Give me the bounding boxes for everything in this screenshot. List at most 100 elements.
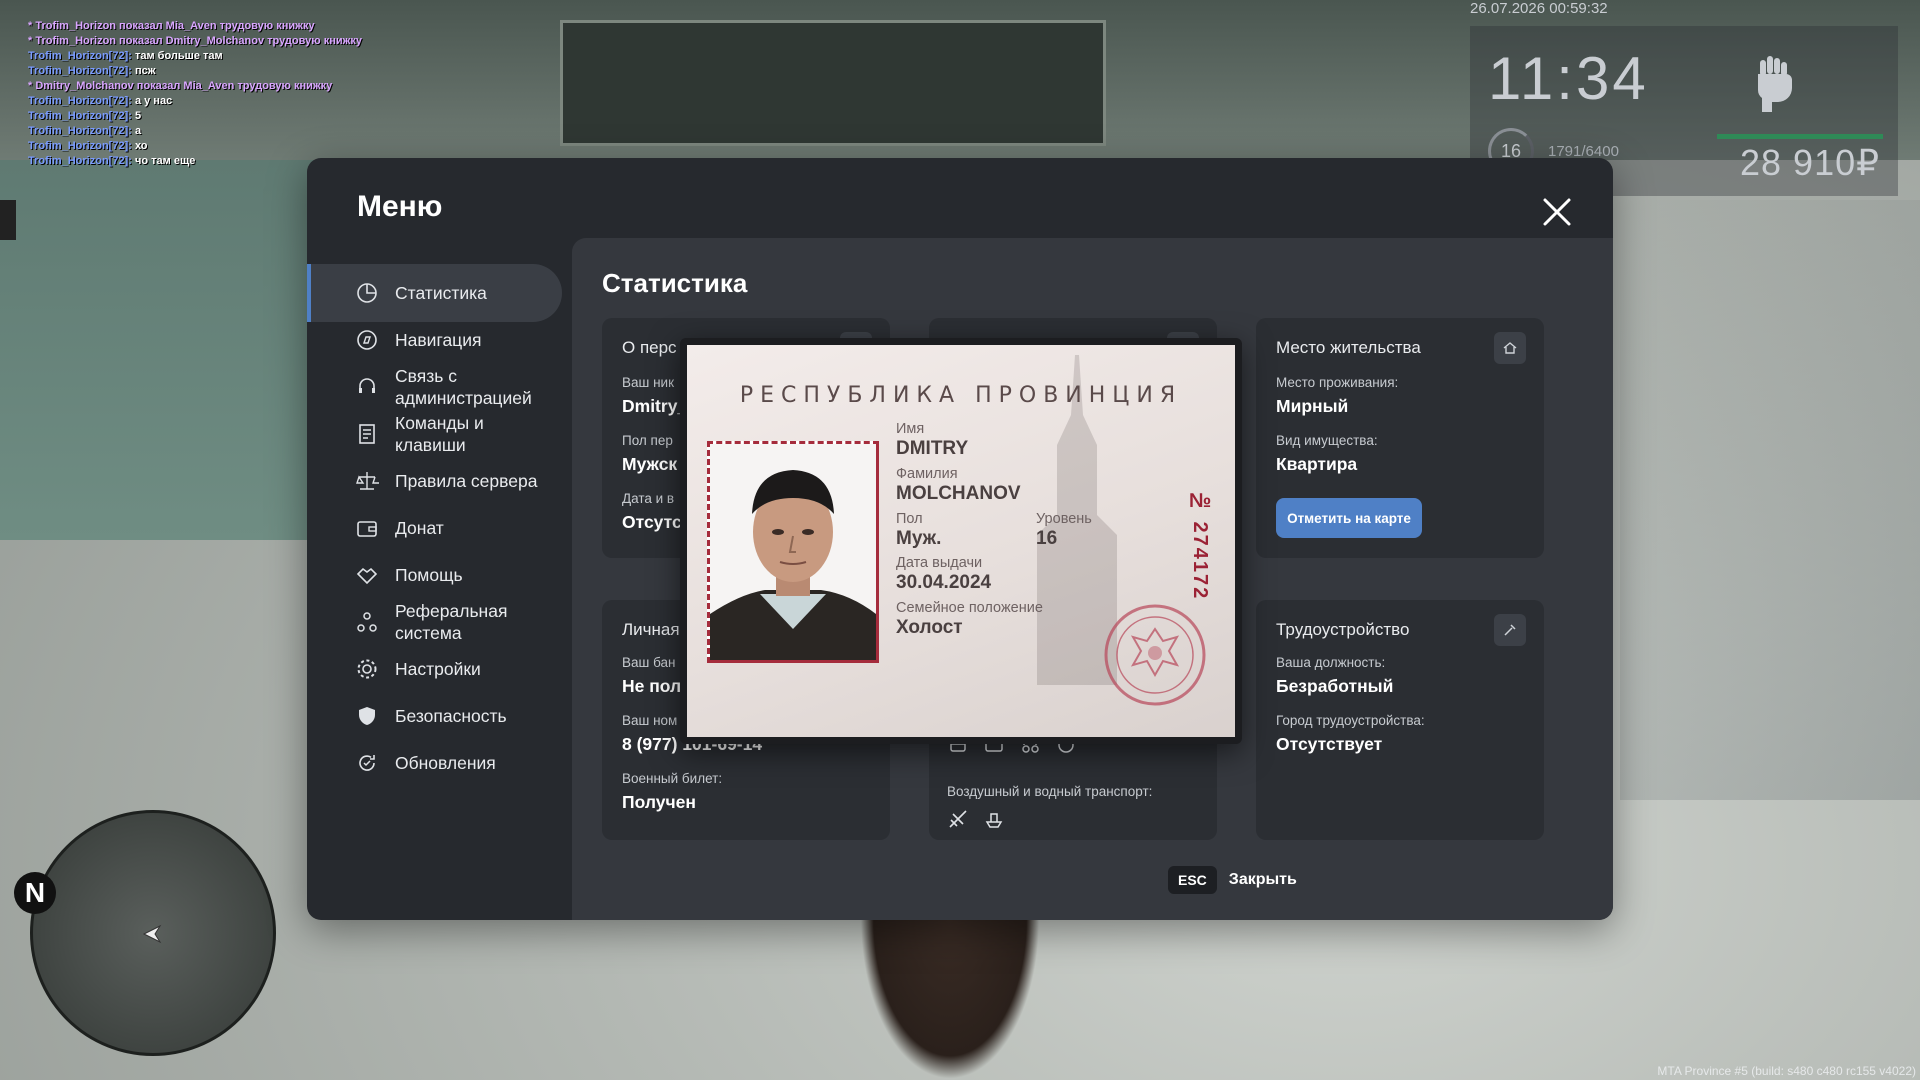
chat-nick: Trofim_Horizon[72]: [28, 125, 132, 137]
nick-label: Ваш ник [622, 375, 674, 390]
home-icon [1494, 332, 1526, 364]
nick-value: Dmitry_ [622, 396, 688, 416]
refresh-icon [359, 755, 375, 771]
chat-nick: Trofim_Horizon[72]: [28, 65, 132, 77]
position-value: Безработный [1276, 676, 1394, 696]
chat-line: * Trofim_Horizon показал Mia_Aven трудов… [28, 20, 315, 32]
chat-line: * Trofim_Horizon показал Dmitry_Molchano… [28, 35, 363, 47]
headset-icon [359, 378, 375, 393]
menu-title: Меню [357, 190, 443, 223]
shield-icon [359, 707, 375, 725]
card-title: Место жительства [1276, 338, 1421, 357]
property-value: Квартира [1276, 454, 1358, 474]
world-window [560, 20, 1106, 146]
chat-nick: Trofim_Horizon[72]: [28, 95, 132, 107]
hud-datetime: 26.07.2026 00:59:32 [1470, 0, 1608, 17]
card-title: О перс [622, 338, 677, 357]
military-value: Получен [622, 792, 696, 812]
job-city-label: Город трудоустройства: [1276, 713, 1425, 728]
chat-message: а у нас [131, 95, 173, 107]
close-label[interactable]: Закрыть [1229, 871, 1297, 889]
stats-icon [357, 283, 377, 303]
referral-icon [357, 612, 377, 632]
gender-value: Муж. [896, 528, 942, 549]
chat-message: псж [131, 65, 156, 77]
card-employment: Трудоустройство Ваша должность: Безработ… [1256, 600, 1544, 840]
card-title: Личная [622, 620, 680, 639]
sidebar-item-label: Статистика [395, 283, 487, 303]
surname-value: MOLCHANOV [896, 483, 1021, 504]
hammer-icon [1494, 614, 1526, 646]
wallet-icon [357, 521, 377, 537]
scales-icon [356, 472, 379, 490]
date-label: Дата и в [622, 491, 675, 506]
chat-line: Trofim_Horizon[72]: там больше там [28, 49, 362, 64]
chat-log: * Trofim_Horizon показал Mia_Aven трудов… [28, 19, 362, 169]
position-label: Ваша должность: [1276, 655, 1386, 670]
chat-line: Trofim_Horizon[72]: хо [28, 139, 362, 154]
chat-nick: Trofim_Horizon[72]: [28, 50, 132, 62]
card-residence: Место жительства Место проживания: Мирны… [1256, 318, 1544, 558]
mark-on-map-button[interactable]: Отметить на карте [1276, 498, 1422, 538]
gender-label: Пол [896, 511, 923, 527]
sidebar-item-label: Правила сервера [395, 471, 538, 491]
world-floor [0, 160, 320, 540]
job-city-value: Отсутствует [1276, 734, 1383, 754]
property-label: Вид имущества: [1276, 433, 1378, 448]
issue-date-label: Дата выдачи [896, 555, 983, 571]
chat-line: Trofim_Horizon[72]: псж [28, 64, 362, 79]
sidebar-item-label: Настройки [395, 659, 481, 679]
world-object [0, 200, 16, 240]
air-transport-label: Воздушный и водный транспорт: [947, 784, 1153, 799]
content-title: Статистика [602, 268, 748, 298]
radar-north-marker: N [14, 872, 56, 914]
passport-photo [707, 441, 879, 663]
document-icon [359, 424, 375, 444]
sidebar-item-label: Навигация [395, 330, 482, 350]
card-title: Трудоустройство [1276, 620, 1410, 639]
name-label: Имя [896, 421, 925, 437]
chat-message: 5 [131, 110, 142, 122]
passport-dialog: РЕСПУБЛИКА ПРОВИНЦИЯ Имя DMITRY Фамилия … [680, 338, 1242, 744]
gender-label: Пол пер [622, 433, 673, 448]
hud-money: 28 910₽ [1740, 142, 1881, 183]
military-label: Военный билет: [622, 771, 723, 786]
esc-key[interactable]: ESC [1168, 866, 1217, 894]
marital-value: Холост [896, 617, 963, 638]
chat-line: Trofim_Horizon[72]: а [28, 124, 362, 139]
chat-message: а [131, 125, 142, 137]
emblem-seal-icon [1104, 604, 1206, 706]
gender-value: Мужск [622, 454, 678, 474]
sidebar-item-label: Реферальная система [395, 601, 508, 643]
phone-label: Ваш ном [622, 713, 678, 728]
hud-clock: 11:34 [1488, 45, 1649, 112]
compass-icon [357, 330, 377, 350]
issue-date-value: 30.04.2024 [896, 572, 992, 593]
sidebar-item-label: Обновления [395, 753, 496, 773]
surname-label: Фамилия [896, 466, 958, 482]
chat-nick: Trofim_Horizon[72]: [28, 140, 132, 152]
portrait-image [710, 444, 876, 660]
world-shadow [1620, 200, 1920, 800]
close-hint[interactable]: ESC Закрыть [1168, 866, 1297, 894]
sidebar-item[interactable]: Обновления [307, 734, 562, 792]
place-label: Место проживания: [1276, 375, 1399, 390]
passport-header: РЕСПУБЛИКА ПРОВИНЦИЯ [739, 383, 1183, 408]
place-value: Мирный [1276, 396, 1349, 416]
sidebar-item-label: Безопасность [395, 706, 507, 726]
date-value: Отсутс [622, 512, 682, 532]
health-bar [1717, 134, 1883, 139]
sidebar-item-label: Донат [395, 518, 444, 538]
chat-message: там больше там [131, 50, 223, 62]
bank-value: Не пол [622, 676, 682, 696]
sidebar-item-label: Помощь [395, 565, 463, 585]
chat-line: Trofim_Horizon[72]: 5 [28, 109, 362, 124]
chat-nick: Trofim_Horizon[72]: [28, 155, 132, 167]
handshake-icon [356, 567, 378, 585]
chat-message: хо [131, 140, 148, 152]
fist-icon [1758, 56, 1792, 112]
bank-label: Ваш бан [622, 655, 676, 670]
name-value: DMITRY [896, 438, 969, 459]
chat-line: * Dmitry_Molchanov показал Mia_Aven труд… [28, 80, 333, 92]
close-icon[interactable] [1539, 194, 1575, 230]
